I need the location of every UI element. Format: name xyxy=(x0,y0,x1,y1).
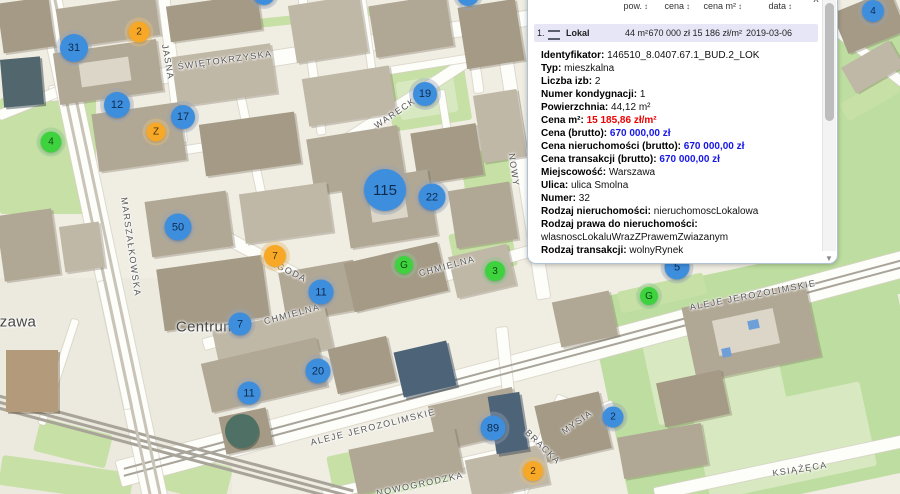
city-label: Centrum xyxy=(176,319,236,336)
map-building-palace xyxy=(6,350,58,412)
results-table-header: pow.↕cena↕cena m²↕data↕ xyxy=(528,1,823,14)
scrollbar-thumb[interactable] xyxy=(825,3,834,121)
property-detail: Powierzchnia: 44,12 m² xyxy=(541,101,811,114)
map-building xyxy=(458,0,525,69)
app-window: JASNAŚWIĘTOKRZYSKAWARECKAMARSZAŁKOWSKAZG… xyxy=(0,0,900,494)
map-cluster-marker[interactable]: G xyxy=(395,256,413,274)
map-cluster-marker[interactable]: 89 xyxy=(481,416,506,441)
map-cluster-marker[interactable]: 31 xyxy=(60,34,88,62)
map-building xyxy=(288,0,368,63)
property-detail: Cena m²: 15 185,86 zł/m² xyxy=(541,114,811,127)
column-header-m2[interactable]: cena m²↕ xyxy=(690,1,742,11)
column-header-data[interactable]: data↕ xyxy=(742,1,792,11)
map-building xyxy=(166,0,262,42)
map-cluster-marker[interactable]: Z xyxy=(147,123,166,142)
property-detail: Identyfikator: 146510_8.0407.67.1_BUD.2_… xyxy=(541,49,811,62)
map-cluster-marker[interactable]: 11 xyxy=(238,382,261,405)
map-cluster-marker[interactable]: 50 xyxy=(165,214,192,241)
property-details: Identyfikator: 146510_8.0407.67.1_BUD.2_… xyxy=(541,49,811,257)
row-price: 670 000 zł xyxy=(644,28,690,38)
map-cluster-marker[interactable]: 20 xyxy=(306,359,331,384)
property-detail: Numer: 32 xyxy=(541,192,811,205)
map-cluster-marker[interactable]: 22 xyxy=(419,184,446,211)
property-detail: Liczba izb: 2 xyxy=(541,75,811,88)
map-cluster-marker[interactable]: 115 xyxy=(364,169,406,211)
row-area: 44 m² xyxy=(568,28,648,38)
map-cluster-marker[interactable]: 7 xyxy=(229,313,252,336)
map-cluster-marker[interactable]: 7 xyxy=(264,245,286,267)
map-cluster-marker[interactable]: 11 xyxy=(309,280,334,305)
map-cluster-marker[interactable]: G xyxy=(640,287,658,305)
property-detail: Rodzaj transakcji: wolnyRynek xyxy=(541,244,811,257)
map-cluster-marker[interactable]: 19 xyxy=(413,82,437,106)
map-cluster-marker[interactable]: 17 xyxy=(171,105,195,129)
row-index: 1. xyxy=(537,28,545,38)
property-detail: Cena transakcji (brutto): 670 000,00 zł xyxy=(541,153,811,166)
map-church-dome xyxy=(225,414,259,448)
map-building xyxy=(344,242,449,312)
city-label: zawa xyxy=(0,314,36,331)
scroll-up-icon[interactable]: ▲ xyxy=(825,0,833,2)
map-building xyxy=(59,221,105,272)
map-building xyxy=(368,0,453,58)
map-building xyxy=(0,0,55,53)
column-header-cena[interactable]: cena↕ xyxy=(644,1,690,11)
lokal-icon xyxy=(548,30,560,40)
map-cluster-marker[interactable]: 4 xyxy=(862,0,884,22)
property-detail: Rodzaj prawa do nieruchomości: wlasnoscL… xyxy=(541,218,811,244)
results-popup: x pow.↕cena↕cena m²↕data↕ 1. Lokal 44 m²… xyxy=(527,0,838,264)
property-detail: Cena nieruchomości (brutto): 670 000,00 … xyxy=(541,140,811,153)
row-date: 2019-03-06 xyxy=(742,28,792,38)
map-cluster-marker[interactable]: 2 xyxy=(603,407,624,428)
row-price-per-m2: 15 186 zł/m² xyxy=(690,28,742,38)
sort-icon[interactable]: ↕ xyxy=(788,2,792,11)
map-building-tower xyxy=(0,56,44,107)
property-detail: Cena (brutto): 670 000,00 zł xyxy=(541,127,811,140)
column-header-pow[interactable]: pow.↕ xyxy=(568,1,648,11)
map-cluster-marker[interactable]: 2 xyxy=(129,22,150,43)
map-cluster-marker[interactable]: 4 xyxy=(41,132,62,153)
map-building xyxy=(0,208,60,281)
map-cluster-marker[interactable]: 12 xyxy=(104,92,130,118)
result-row[interactable]: 1. Lokal 44 m² 670 000 zł 15 186 zł/m² 2… xyxy=(534,24,818,42)
map-pool xyxy=(721,347,732,358)
map-building xyxy=(239,182,333,244)
popup-scrollbar[interactable]: ▲ ▼ xyxy=(822,0,836,251)
map-building xyxy=(328,336,397,394)
scroll-down-icon[interactable]: ▼ xyxy=(825,254,833,263)
map-building xyxy=(199,112,301,177)
property-detail: Typ: mieszkalna xyxy=(541,62,811,75)
map-building xyxy=(448,182,518,249)
property-detail: Numer kondygnacji: 1 xyxy=(541,88,811,101)
property-detail: Miejscowość: Warszawa xyxy=(541,166,811,179)
property-detail: Rodzaj nieruchomości: nieruchomoscLokalo… xyxy=(541,205,811,218)
property-detail: Ulica: ulica Smolna xyxy=(541,179,811,192)
map-cluster-marker[interactable]: 2 xyxy=(523,461,543,481)
map-cluster-marker[interactable]: 3 xyxy=(485,261,505,281)
